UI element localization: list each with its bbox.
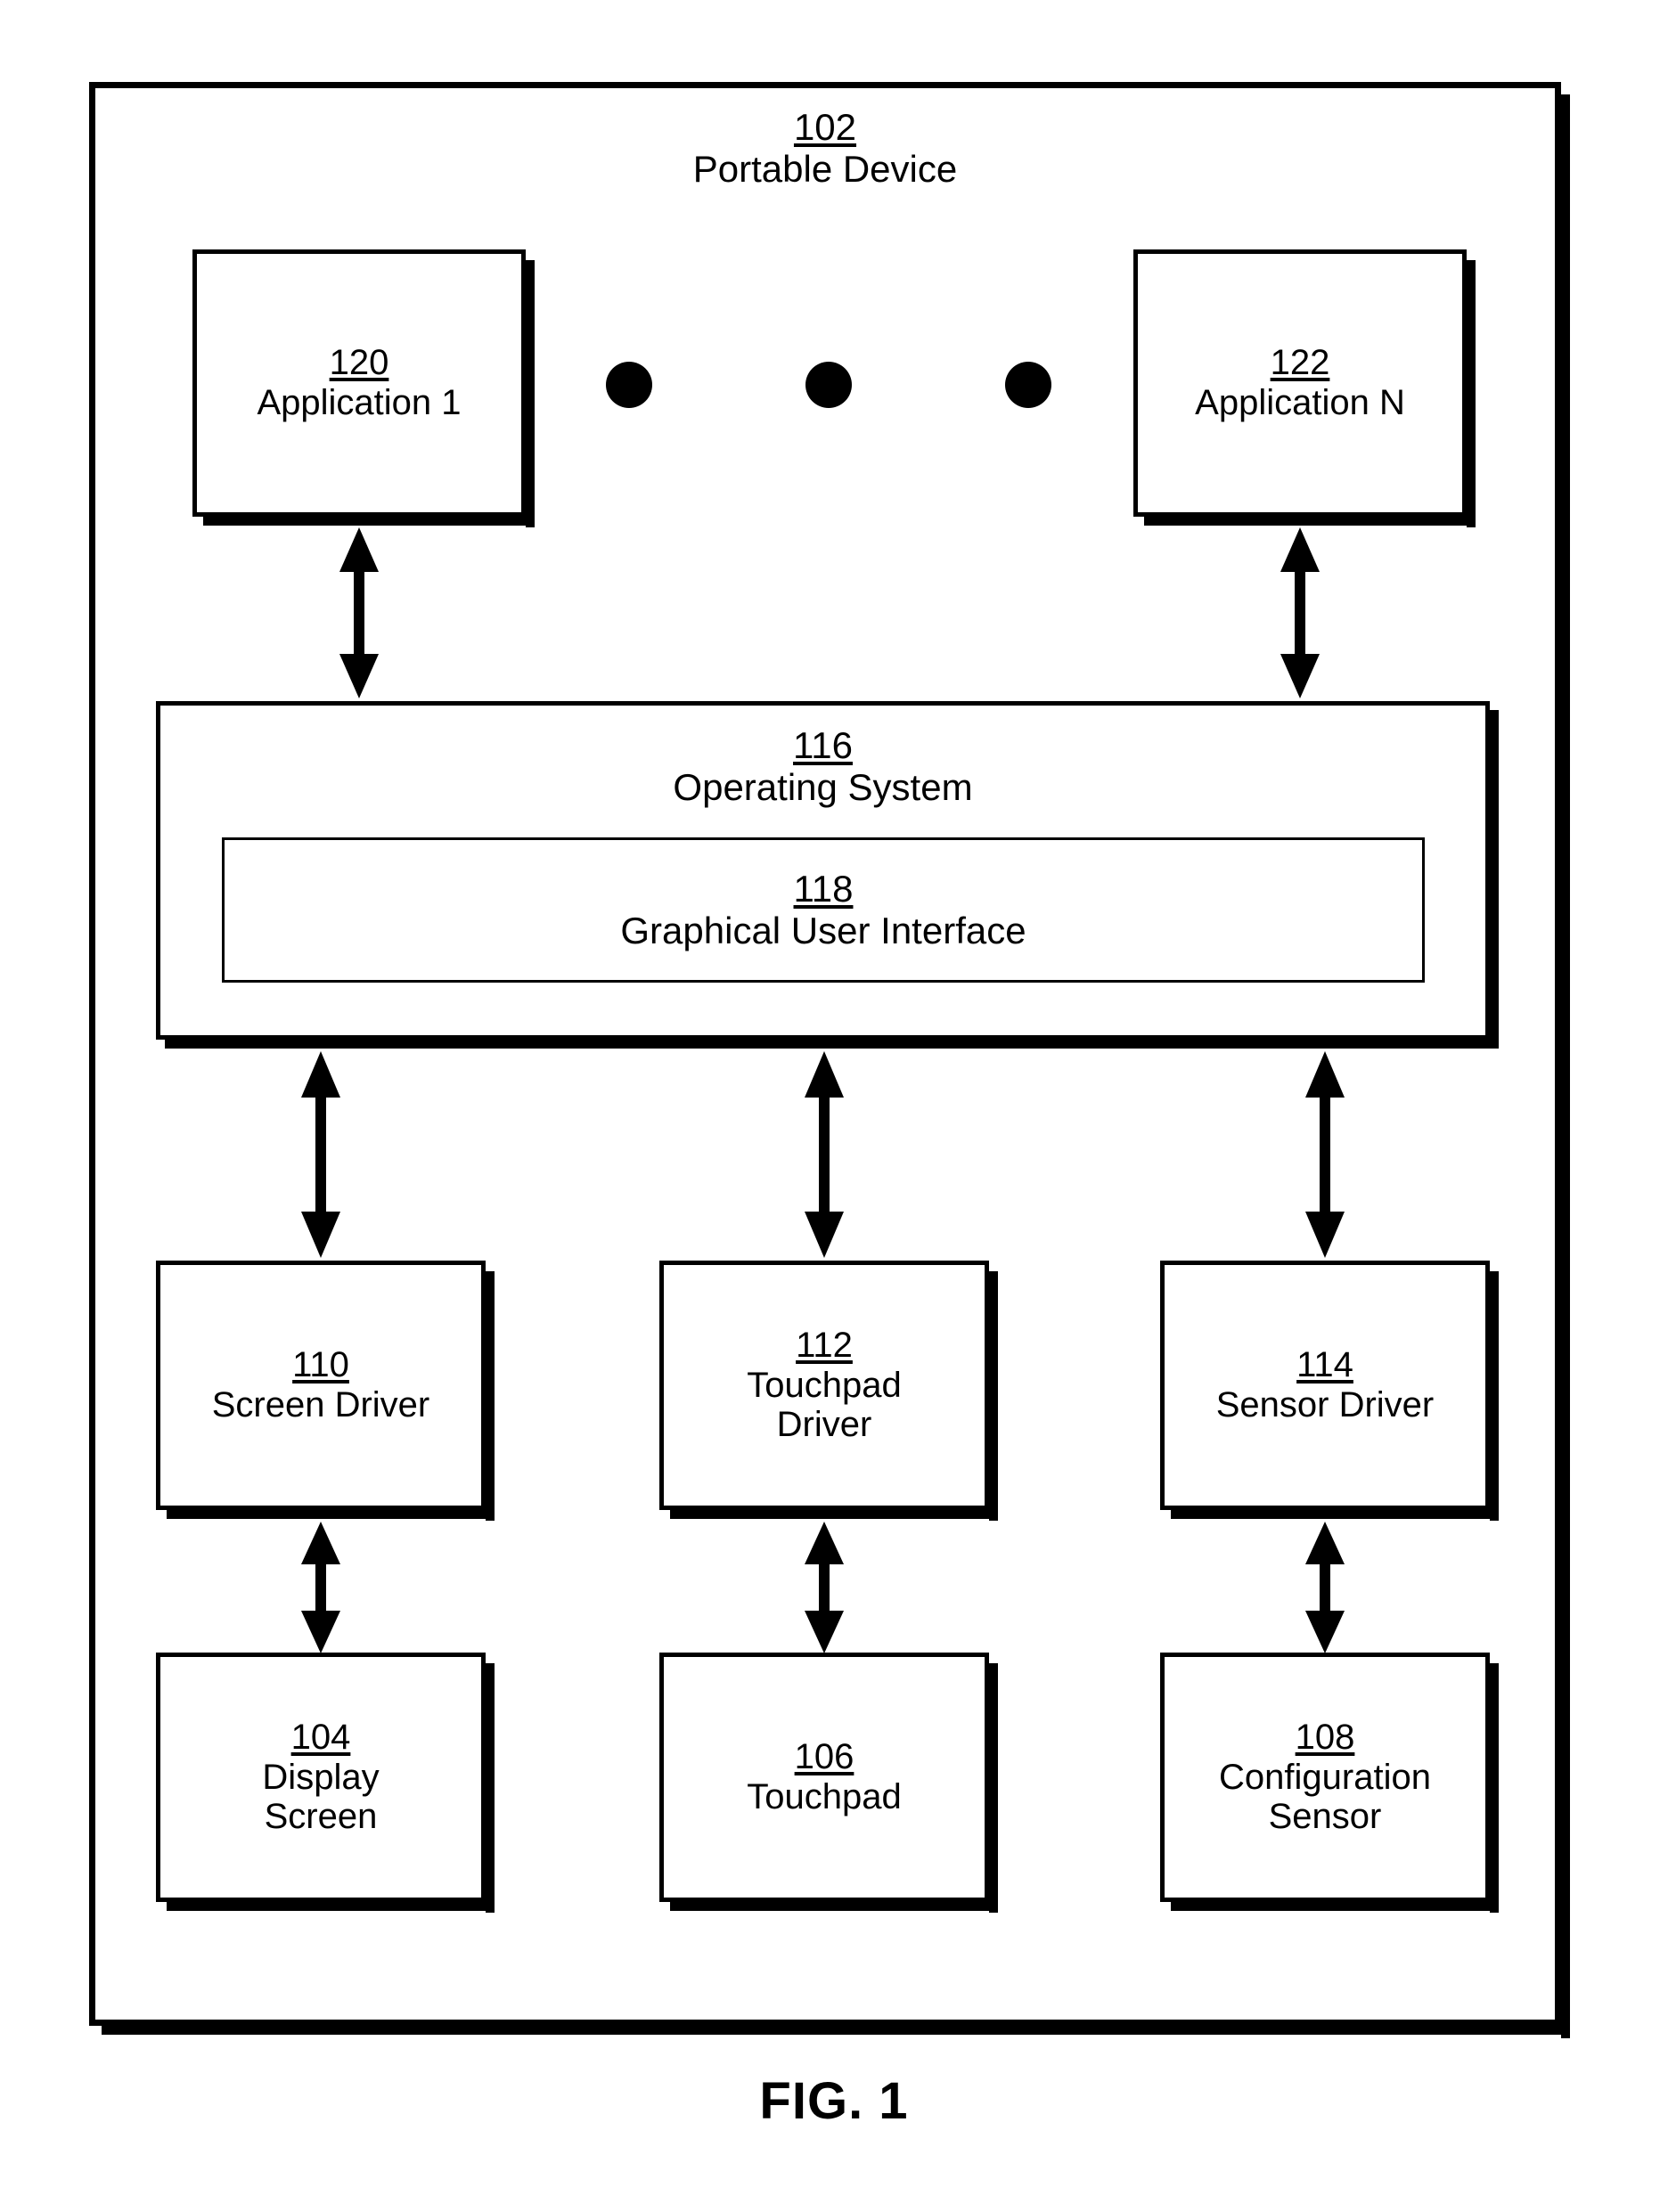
screen-driver-label: Screen Driver	[211, 1384, 430, 1424]
arrow-operating-system-to-screen-driver	[296, 1051, 346, 1258]
ellipsis-dot-1	[606, 362, 652, 408]
touchpad-shadow-bottom	[670, 1902, 998, 1911]
ellipsis-dot-2	[805, 362, 852, 408]
application-n-label: Application N	[1195, 382, 1405, 422]
touchpad-driver-ref: 112	[796, 1326, 853, 1366]
display-screen-shadow-right	[486, 1663, 495, 1913]
display-screen-box[interactable]: 104 Display Screen	[156, 1653, 486, 1902]
operating-system-box[interactable]: 116 Operating System 118 Graphical User …	[156, 701, 1490, 1040]
sensor-driver-shadow-right	[1490, 1271, 1499, 1521]
touchpad-driver-shadow-right	[989, 1271, 998, 1521]
display-screen-shadow-bottom	[167, 1902, 495, 1911]
touchpad-label: Touchpad	[747, 1776, 902, 1816]
portable-device-title: 102 Portable Device	[89, 107, 1561, 191]
graphical-user-interface-label: Graphical User Interface	[620, 910, 1026, 952]
application-1-shadow-bottom	[203, 517, 535, 526]
arrow-application-1-to-operating-system	[334, 527, 384, 698]
configuration-sensor-shadow-bottom	[1171, 1902, 1499, 1911]
ellipsis-dot-3	[1005, 362, 1051, 408]
screen-driver-box[interactable]: 110 Screen Driver	[156, 1261, 486, 1510]
figure-page: 102 Portable Device 120 Application 1 12…	[0, 0, 1668, 2212]
application-1-box[interactable]: 120 Application 1	[192, 249, 526, 517]
operating-system-title: 116 Operating System	[160, 725, 1485, 809]
operating-system-ref: 116	[793, 724, 853, 766]
configuration-sensor-shadow-right	[1490, 1663, 1499, 1913]
figure-caption: FIG. 1	[759, 2072, 909, 2130]
portable-device-label: Portable Device	[692, 148, 958, 191]
sensor-driver-label: Sensor Driver	[1215, 1384, 1435, 1424]
screen-driver-shadow-right	[486, 1271, 495, 1521]
device-frame-shadow-bottom	[102, 2026, 1570, 2035]
operating-system-shadow-bottom	[165, 1040, 1499, 1049]
configuration-sensor-label: Configuration Sensor	[1219, 1757, 1431, 1836]
graphical-user-interface-box[interactable]: 118 Graphical User Interface	[222, 837, 1425, 983]
application-1-shadow-right	[526, 260, 535, 527]
touchpad-box[interactable]: 106 Touchpad	[659, 1653, 989, 1902]
portable-device-ref: 102	[793, 106, 857, 148]
touchpad-shadow-right	[989, 1663, 998, 1913]
arrow-operating-system-to-sensor-driver	[1300, 1051, 1350, 1258]
device-frame-shadow-right	[1561, 94, 1570, 2038]
application-n-shadow-right	[1467, 260, 1476, 527]
touchpad-driver-box[interactable]: 112 Touchpad Driver	[659, 1261, 989, 1510]
configuration-sensor-box[interactable]: 108 Configuration Sensor	[1160, 1653, 1490, 1902]
sensor-driver-ref: 114	[1296, 1345, 1353, 1385]
touchpad-driver-label: Touchpad Driver	[747, 1365, 902, 1444]
arrow-touchpad-driver-to-touchpad	[799, 1522, 849, 1653]
screen-driver-ref: 110	[292, 1345, 349, 1385]
application-n-box[interactable]: 122 Application N	[1133, 249, 1467, 517]
application-1-label: Application 1	[257, 382, 462, 422]
arrow-sensor-driver-to-configuration-sensor	[1300, 1522, 1350, 1653]
arrow-operating-system-to-touchpad-driver	[799, 1051, 849, 1258]
application-1-ref: 120	[329, 343, 389, 383]
application-n-ref: 122	[1270, 343, 1330, 383]
touchpad-driver-shadow-bottom	[670, 1510, 998, 1519]
display-screen-label: Display Screen	[262, 1757, 380, 1836]
operating-system-label: Operating System	[673, 766, 973, 809]
touchpad-ref: 106	[794, 1737, 854, 1777]
arrow-application-n-to-operating-system	[1275, 527, 1325, 698]
operating-system-shadow-right	[1490, 710, 1499, 1049]
graphical-user-interface-ref: 118	[793, 867, 854, 910]
sensor-driver-box[interactable]: 114 Sensor Driver	[1160, 1261, 1490, 1510]
screen-driver-shadow-bottom	[167, 1510, 495, 1519]
configuration-sensor-ref: 108	[1295, 1718, 1355, 1758]
application-n-shadow-bottom	[1144, 517, 1476, 526]
applications-ellipsis-icon	[606, 360, 1051, 410]
arrow-screen-driver-to-display-screen	[296, 1522, 346, 1653]
sensor-driver-shadow-bottom	[1171, 1510, 1499, 1519]
display-screen-ref: 104	[290, 1718, 351, 1758]
